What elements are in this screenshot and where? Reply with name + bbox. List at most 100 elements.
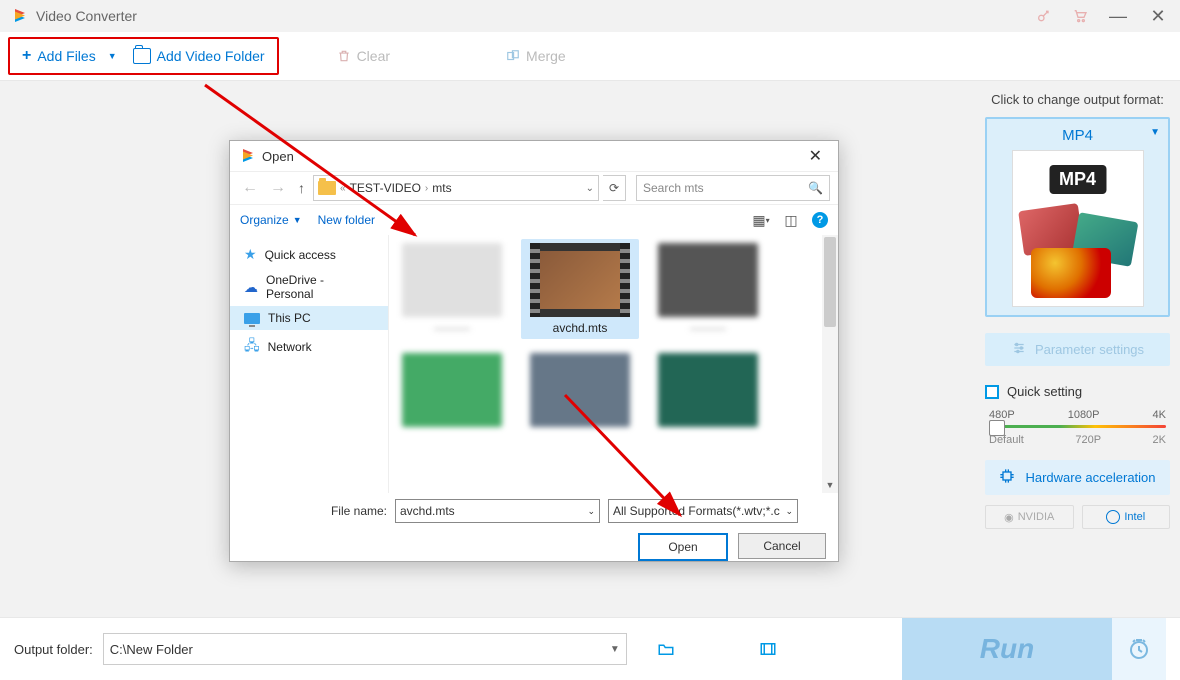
- output-folder-label: Output folder:: [14, 642, 93, 657]
- toolbar: + Add Files ▼ Add Video Folder Clear Mer…: [0, 32, 1180, 81]
- add-video-folder-button[interactable]: Add Video Folder: [125, 44, 273, 68]
- add-folder-label: Add Video Folder: [157, 48, 265, 64]
- dialog-footer: File name: avchd.mts ⌄ All Supported Form…: [230, 493, 838, 567]
- star-icon: ★: [244, 246, 257, 263]
- chevron-down-icon[interactable]: ▼: [610, 644, 620, 655]
- quick-setting-row: Quick setting: [985, 384, 1170, 399]
- breadcrumb-folder-1[interactable]: TEST-VIDEO: [350, 181, 421, 195]
- run-label: Run: [980, 633, 1034, 665]
- file-tile[interactable]: [653, 353, 763, 427]
- organize-menu[interactable]: Organize▼: [240, 213, 302, 227]
- slider-thumb[interactable]: [989, 420, 1005, 436]
- gpu-intel-chip[interactable]: Intel: [1082, 505, 1171, 529]
- intel-logo-icon: [1106, 510, 1120, 524]
- file-type-filter[interactable]: All Supported Formats(*.wtv;*.c⌄: [608, 499, 798, 523]
- output-format-card[interactable]: MP4 ▼ MP4: [985, 117, 1170, 317]
- file-name-value: avchd.mts: [400, 504, 455, 518]
- file-tile[interactable]: [397, 353, 507, 427]
- scrollbar-thumb[interactable]: [824, 237, 836, 327]
- minimize-button[interactable]: —: [1108, 6, 1128, 26]
- search-icon: 🔍: [808, 181, 823, 195]
- quick-setting-icon: [985, 385, 999, 399]
- browse-folder-icon[interactable]: [655, 640, 677, 658]
- cancel-label: Cancel: [763, 539, 800, 553]
- plus-icon: +: [22, 47, 31, 65]
- nvidia-eye-icon: ◉: [1004, 511, 1014, 524]
- help-icon[interactable]: ?: [812, 212, 828, 228]
- dialog-sidebar: ★Quick access ☁OneDrive - Personal This …: [230, 235, 388, 493]
- new-folder-label: New folder: [318, 213, 375, 227]
- file-tile[interactable]: [525, 353, 635, 427]
- search-placeholder: Search mts: [643, 181, 704, 195]
- chevron-down-icon: ▼: [1150, 127, 1160, 138]
- file-tile[interactable]: ———: [397, 243, 507, 335]
- sidebar-quick-access[interactable]: ★Quick access: [230, 241, 388, 268]
- file-name-blurred: ———: [653, 321, 763, 335]
- merge-label: Merge: [526, 48, 566, 64]
- file-tile-selected[interactable]: avchd.mts: [521, 239, 639, 339]
- new-folder-button[interactable]: New folder: [318, 213, 375, 227]
- gpu-nvidia-chip[interactable]: ◉ NVIDIA: [985, 505, 1074, 529]
- app-logo-icon: [12, 8, 28, 24]
- sidebar-network[interactable]: 🖧 Network: [230, 330, 388, 364]
- sidebar-this-pc[interactable]: This PC: [230, 306, 388, 330]
- video-settings-icon[interactable]: [757, 640, 779, 658]
- preview-pane-icon[interactable]: ◫: [782, 213, 800, 227]
- parameter-settings-button[interactable]: Parameter settings: [985, 333, 1170, 366]
- output-folder-input[interactable]: C:\New Folder ▼: [103, 633, 627, 665]
- add-files-button[interactable]: + Add Files ▼: [14, 43, 125, 69]
- organize-label: Organize: [240, 213, 289, 227]
- slider-tick-4k: 4K: [1153, 409, 1166, 421]
- cancel-button[interactable]: Cancel: [738, 533, 826, 559]
- view-mode-icon[interactable]: ▦▾: [752, 213, 770, 227]
- close-button[interactable]: ✕: [1148, 6, 1168, 26]
- refresh-button[interactable]: ⟳: [603, 175, 626, 201]
- this-pc-label: This PC: [268, 311, 311, 325]
- breadcrumb-folder-2[interactable]: mts: [432, 181, 451, 195]
- merge-icon: [506, 49, 520, 63]
- breadcrumb[interactable]: « TEST-VIDEO › mts ⌄: [313, 175, 599, 201]
- slider-track[interactable]: [989, 425, 1166, 428]
- search-input[interactable]: Search mts 🔍: [636, 175, 830, 201]
- file-name-label: File name:: [242, 504, 387, 518]
- chevron-down-icon[interactable]: ⌄: [587, 506, 595, 517]
- folder-icon: [133, 48, 151, 64]
- network-label: Network: [268, 340, 312, 354]
- hardware-acceleration-button[interactable]: Hardware acceleration: [985, 460, 1170, 495]
- merge-button: Merge: [498, 44, 574, 68]
- nvidia-label: NVIDIA: [1018, 511, 1055, 523]
- schedule-button[interactable]: [1112, 618, 1166, 680]
- network-icon: 🖧: [244, 335, 260, 359]
- clock-icon: [1127, 637, 1151, 661]
- nav-up-icon[interactable]: ↑: [294, 180, 309, 196]
- folder-icon: [318, 181, 336, 195]
- file-list[interactable]: ——— avchd.mts ——— ▲▼: [388, 235, 838, 493]
- file-tile[interactable]: ———: [653, 243, 763, 335]
- clear-button: Clear: [329, 44, 398, 68]
- run-button[interactable]: Run: [902, 618, 1112, 680]
- cart-icon[interactable]: [1072, 8, 1088, 24]
- key-icon[interactable]: [1036, 8, 1052, 24]
- sidebar-onedrive[interactable]: ☁OneDrive - Personal: [230, 268, 388, 306]
- file-name-input[interactable]: avchd.mts ⌄: [395, 499, 600, 523]
- chevron-down-icon[interactable]: ▼: [108, 51, 117, 61]
- clear-label: Clear: [357, 48, 390, 64]
- app-title: Video Converter: [36, 8, 137, 24]
- bottombar: Output folder: C:\New Folder ▼ Run: [0, 617, 1180, 680]
- slider-tick-1080p: 1080P: [1068, 409, 1100, 421]
- breadcrumb-overflow[interactable]: «: [340, 183, 346, 194]
- file-name-blurred: ———: [397, 321, 507, 335]
- quality-slider[interactable]: 480P 1080P 4K Default 720P 2K: [985, 409, 1170, 446]
- scroll-down-icon[interactable]: ▼: [822, 477, 838, 493]
- chevron-down-icon[interactable]: ⌄: [586, 183, 594, 194]
- onedrive-label: OneDrive - Personal: [266, 273, 374, 301]
- quick-setting-label: Quick setting: [1007, 384, 1082, 399]
- open-button[interactable]: Open: [638, 533, 728, 561]
- nav-forward-icon[interactable]: →: [266, 179, 290, 197]
- slider-tick-720p: 720P: [1075, 434, 1101, 446]
- chevron-down-icon[interactable]: ⌄: [785, 506, 793, 517]
- scrollbar[interactable]: ▲▼: [822, 235, 838, 493]
- parameter-settings-label: Parameter settings: [1035, 342, 1144, 357]
- dialog-close-button[interactable]: ✕: [803, 146, 828, 166]
- nav-back-icon[interactable]: ←: [238, 179, 262, 197]
